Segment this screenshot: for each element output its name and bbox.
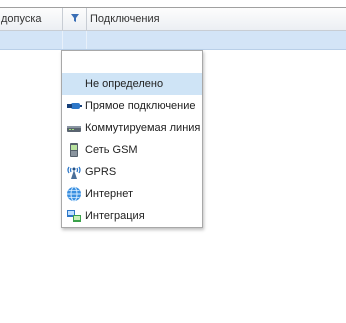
grid-header: допуска Подключения — [0, 8, 346, 31]
filter-row[interactable] — [0, 31, 346, 50]
antenna-icon — [67, 166, 81, 179]
connection-type-dropdown: Не определено Прямое подключение Коммути… — [61, 50, 203, 228]
dropdown-item-label: Прямое подключение — [85, 100, 196, 112]
dropdown-item-label: GPRS — [85, 166, 117, 178]
dropdown-item-integration[interactable]: Интеграция — [62, 205, 202, 227]
dropdown-item-dialup[interactable]: Коммутируемая линия — [62, 117, 202, 139]
dropdown-item-label: Интернет — [85, 188, 133, 200]
dropdown-item-direct[interactable]: Прямое подключение — [62, 95, 202, 117]
column-header-access[interactable]: допуска — [0, 8, 63, 30]
filter-icon — [71, 14, 79, 22]
column-header-connections[interactable]: Подключения — [86, 8, 346, 30]
dropdown-item-empty[interactable] — [62, 51, 202, 73]
filter-cell[interactable] — [62, 31, 87, 49]
modem-icon — [67, 126, 81, 132]
mobile-phone-icon — [70, 143, 78, 157]
dropdown-item-label: Сеть GSM — [85, 144, 138, 156]
direct-connection-icon — [67, 103, 82, 109]
globe-icon — [67, 186, 81, 202]
column-filter-button[interactable] — [62, 8, 87, 30]
dropdown-item-internet[interactable]: Интернет — [62, 183, 202, 205]
dropdown-item-label: Интеграция — [85, 210, 145, 222]
dropdown-item-undefined[interactable]: Не определено — [62, 73, 202, 95]
dropdown-item-label: Не определено — [85, 78, 164, 90]
dropdown-item-label: Коммутируемая линия — [85, 122, 201, 134]
top-strip — [0, 0, 346, 8]
dropdown-item-gsm[interactable]: Сеть GSM — [62, 139, 202, 161]
integration-icon — [67, 210, 81, 222]
dropdown-item-gprs[interactable]: GPRS — [62, 161, 202, 183]
